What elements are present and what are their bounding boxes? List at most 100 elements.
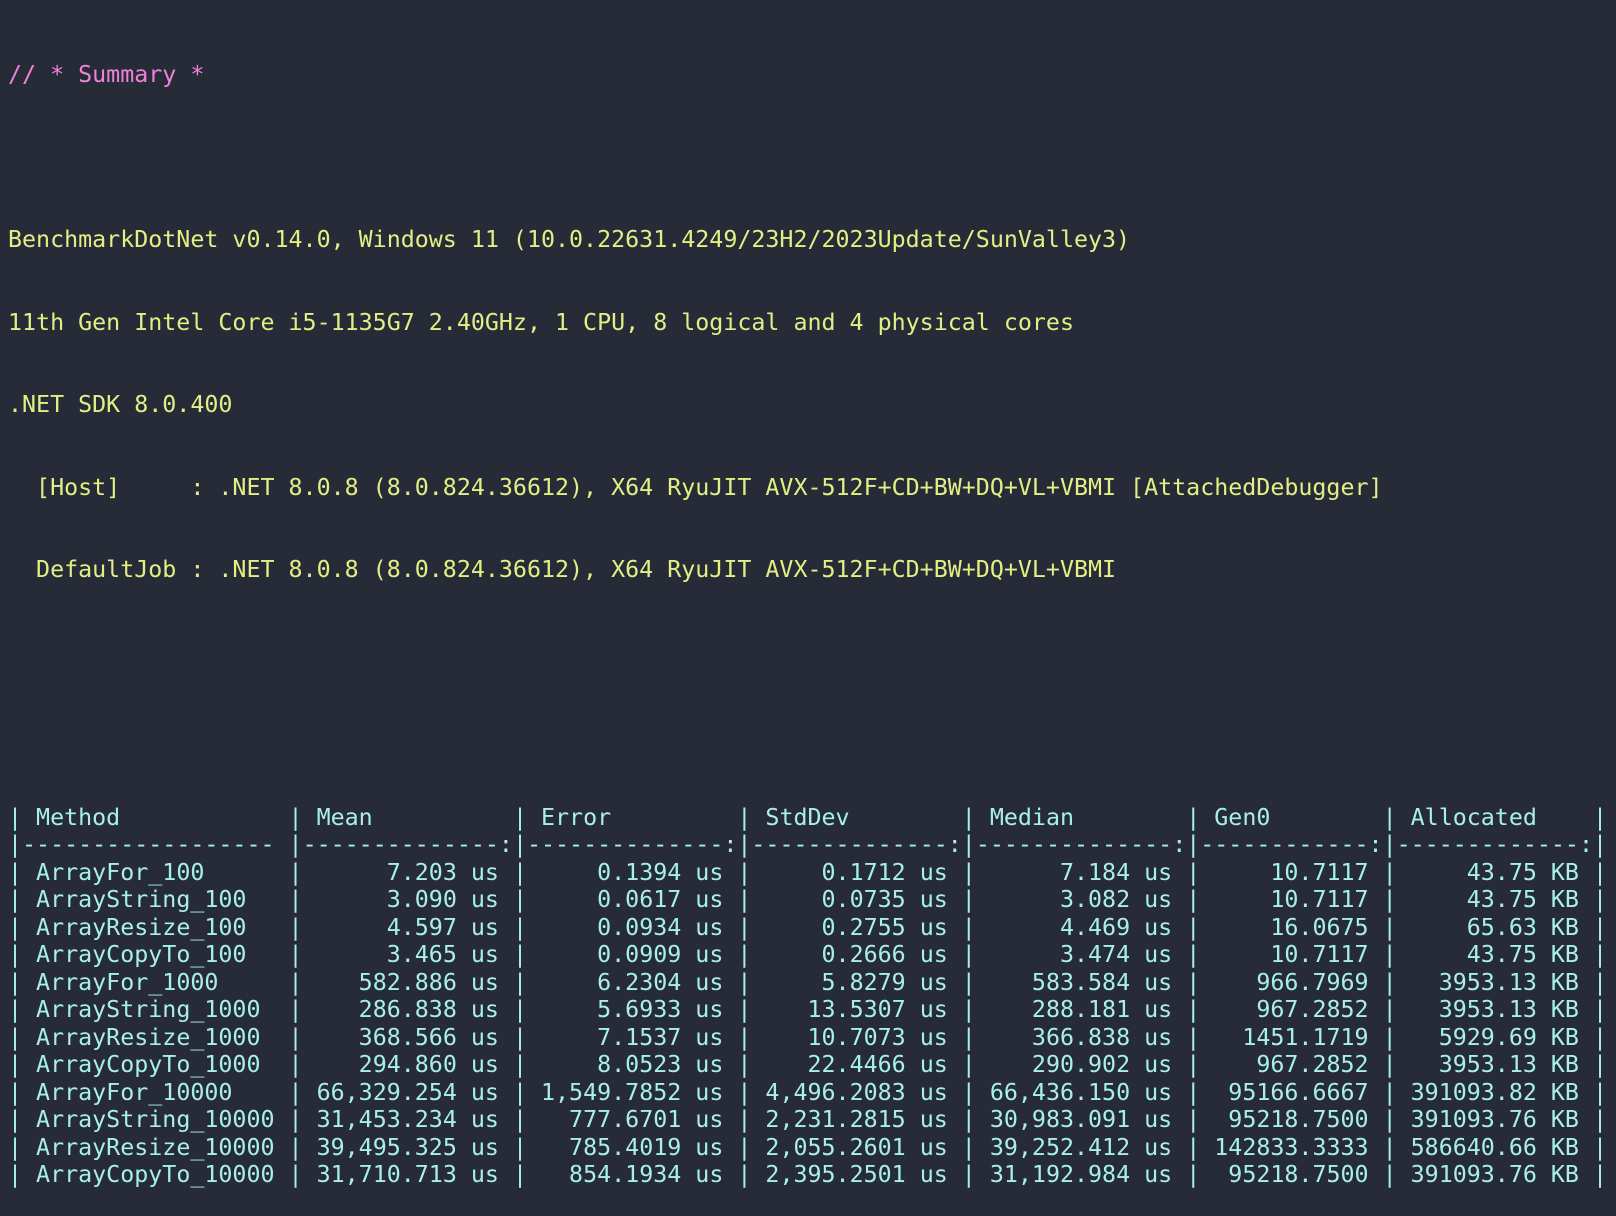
column-separator: | xyxy=(289,1161,303,1188)
column-separator: | xyxy=(1593,886,1607,913)
column-separator: | xyxy=(1383,1024,1397,1051)
column-separator: | xyxy=(1593,1079,1607,1106)
column-separator: | xyxy=(1383,831,1397,858)
column-separator: | xyxy=(737,1024,751,1051)
column-separator: | xyxy=(737,1134,751,1161)
table-row: | ArrayCopyTo_100 | 3.465 us | 0.0909 us… xyxy=(8,941,1616,969)
column-separator: | xyxy=(8,914,22,941)
column-separator: | xyxy=(8,969,22,996)
cell-allocated: 43.75 KB xyxy=(1397,886,1593,913)
column-separator: | xyxy=(737,804,751,831)
column-separator: | xyxy=(1593,1161,1607,1188)
column-separator: | xyxy=(1593,1134,1607,1161)
blank-line xyxy=(8,144,1616,172)
column-separator: | xyxy=(1383,941,1397,968)
column-separator: | xyxy=(1186,1106,1200,1133)
cell-error: 0.0909 us xyxy=(527,941,737,968)
column-separator: | xyxy=(1383,1079,1397,1106)
column-separator: | xyxy=(513,886,527,913)
column-separator: | xyxy=(737,1051,751,1078)
cell-median: 7.184 us xyxy=(976,859,1186,886)
column-separator: | xyxy=(1186,859,1200,886)
column-separator: | xyxy=(1383,1106,1397,1133)
separator-segment: ------------: xyxy=(1200,831,1382,858)
cell-allocated: 43.75 KB xyxy=(1397,859,1593,886)
column-separator: | xyxy=(8,859,22,886)
column-separator: | xyxy=(737,969,751,996)
column-separator: | xyxy=(1186,914,1200,941)
cell-median: 366.838 us xyxy=(976,1024,1186,1051)
env-line-host: [Host] : .NET 8.0.8 (8.0.824.36612), X64… xyxy=(8,474,1616,502)
column-separator: | xyxy=(962,804,976,831)
column-separator: | xyxy=(1383,969,1397,996)
cell-gen0: 16.0675 xyxy=(1200,914,1382,941)
column-separator: | xyxy=(513,1134,527,1161)
column-separator: | xyxy=(289,941,303,968)
column-separator: | xyxy=(289,1079,303,1106)
table-row: | ArrayString_1000 | 286.838 us | 5.6933… xyxy=(8,996,1616,1024)
separator-segment: ------------------ xyxy=(22,831,289,858)
cell-allocated: 391093.76 KB xyxy=(1397,1161,1593,1188)
summary-comment: // * Summary * xyxy=(8,61,1616,89)
column-separator: | xyxy=(1383,914,1397,941)
column-separator: | xyxy=(737,886,751,913)
terminal-window[interactable]: // * Summary * BenchmarkDotNet v0.14.0, … xyxy=(0,0,1616,675)
column-separator: | xyxy=(962,914,976,941)
column-separator: | xyxy=(962,1134,976,1161)
column-separator: | xyxy=(1186,1161,1200,1188)
column-separator: | xyxy=(1186,831,1200,858)
column-separator: | xyxy=(1186,886,1200,913)
cell-gen0: 966.7969 xyxy=(1200,969,1382,996)
cell-gen0: 95218.7500 xyxy=(1200,1161,1382,1188)
column-separator: | xyxy=(1186,1024,1200,1051)
column-separator: | xyxy=(737,996,751,1023)
table-separator-row: |------------------ |--------------:|---… xyxy=(8,831,1616,859)
cell-median: 290.902 us xyxy=(976,1051,1186,1078)
column-separator: | xyxy=(289,831,303,858)
cell-median: 66,436.150 us xyxy=(976,1079,1186,1106)
column-separator: | xyxy=(1186,804,1200,831)
cell-allocated: 43.75 KB xyxy=(1397,941,1593,968)
cell-allocated: 65.63 KB xyxy=(1397,914,1593,941)
cell-method: ArrayString_100 xyxy=(22,886,289,913)
separator-segment: -------------: xyxy=(1397,831,1593,858)
cell-mean: 7.203 us xyxy=(303,859,513,886)
column-separator: | xyxy=(962,996,976,1023)
column-separator: | xyxy=(8,1024,22,1051)
header-mean: Mean xyxy=(303,804,513,831)
column-separator: | xyxy=(1593,941,1607,968)
column-separator: | xyxy=(737,1079,751,1106)
benchmark-table: | Method | Mean | Error | StdDev | Media… xyxy=(8,804,1616,1189)
column-separator: | xyxy=(8,1106,22,1133)
column-separator: | xyxy=(513,1051,527,1078)
cell-method: ArrayCopyTo_1000 xyxy=(22,1051,289,1078)
column-separator: | xyxy=(1383,804,1397,831)
column-separator: | xyxy=(289,1024,303,1051)
cell-allocated: 391093.82 KB xyxy=(1397,1079,1593,1106)
column-separator: | xyxy=(1593,914,1607,941)
column-separator: | xyxy=(289,914,303,941)
cell-error: 7.1537 us xyxy=(527,1024,737,1051)
column-separator: | xyxy=(1186,1051,1200,1078)
cell-error: 1,549.7852 us xyxy=(527,1079,737,1106)
cell-method: ArrayFor_10000 xyxy=(22,1079,289,1106)
column-separator: | xyxy=(737,914,751,941)
cell-stddev: 0.0735 us xyxy=(751,886,961,913)
cell-error: 0.0934 us xyxy=(527,914,737,941)
cell-median: 30,983.091 us xyxy=(976,1106,1186,1133)
column-separator: | xyxy=(289,859,303,886)
column-separator: | xyxy=(962,859,976,886)
column-separator: | xyxy=(1593,996,1607,1023)
column-separator: | xyxy=(1383,1051,1397,1078)
cell-method: ArrayFor_1000 xyxy=(22,969,289,996)
cell-stddev: 4,496.2083 us xyxy=(751,1079,961,1106)
table-row: | ArrayFor_1000 | 582.886 us | 6.2304 us… xyxy=(8,969,1616,997)
cell-error: 785.4019 us xyxy=(527,1134,737,1161)
column-separator: | xyxy=(1383,886,1397,913)
env-line-cpu: 11th Gen Intel Core i5-1135G7 2.40GHz, 1… xyxy=(8,309,1616,337)
cell-gen0: 95218.7500 xyxy=(1200,1106,1382,1133)
table-row: | ArrayResize_1000 | 368.566 us | 7.1537… xyxy=(8,1024,1616,1052)
column-separator: | xyxy=(8,1051,22,1078)
table-row: | ArrayFor_100 | 7.203 us | 0.1394 us | … xyxy=(8,859,1616,887)
column-separator: | xyxy=(962,1051,976,1078)
